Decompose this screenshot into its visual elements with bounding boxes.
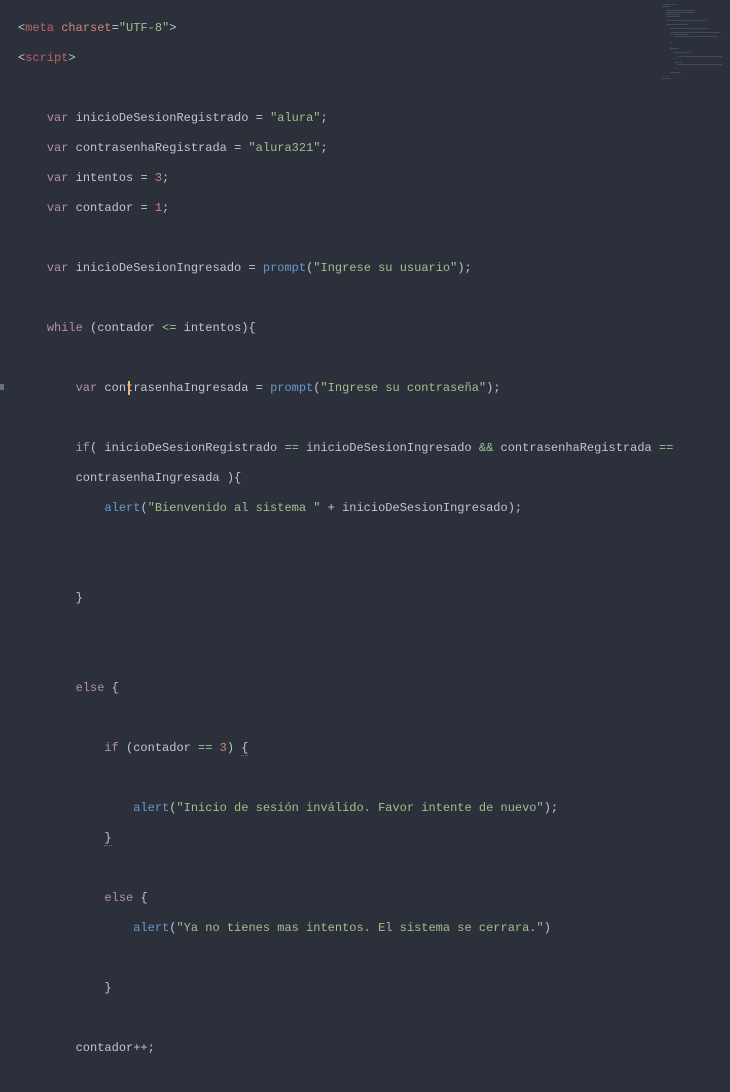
code-line <box>18 531 730 546</box>
code-line: } <box>18 591 730 606</box>
text-cursor <box>128 381 130 395</box>
code-line: while (contador <= intentos){ <box>18 321 730 336</box>
code-line: alert("Inicio de sesión inválido. Favor … <box>18 801 730 816</box>
code-line <box>18 291 730 306</box>
code-line <box>18 711 730 726</box>
code-line: <meta charset="UTF-8"> <box>18 21 730 36</box>
code-line: if (contador == 3) { <box>18 741 730 756</box>
code-line: contrasenhaIngresada ){ <box>18 471 730 486</box>
code-line <box>18 411 730 426</box>
code-line: alert("Bienvenido al sistema " + inicioD… <box>18 501 730 516</box>
code-line: contador++; <box>18 1041 730 1056</box>
code-line: var inicioDeSesionIngresado = prompt("In… <box>18 261 730 276</box>
code-line <box>18 651 730 666</box>
code-line <box>18 621 730 636</box>
code-line <box>18 81 730 96</box>
code-line: else { <box>18 681 730 696</box>
code-line <box>18 231 730 246</box>
minimap[interactable] <box>662 4 726 114</box>
code-line: <script> <box>18 51 730 66</box>
code-editor[interactable]: <meta charset="UTF-8"> <script> var inic… <box>0 0 730 1092</box>
code-line: var contrasenhaIngresada = prompt("Ingre… <box>18 381 730 396</box>
editor-gutter <box>0 0 10 546</box>
indent-marker <box>0 384 4 390</box>
code-line <box>18 771 730 786</box>
code-line <box>18 561 730 576</box>
code-line: var inicioDeSesionRegistrado = "alura"; <box>18 111 730 126</box>
code-line: alert("Ya no tienes mas intentos. El sis… <box>18 921 730 936</box>
code-line <box>18 351 730 366</box>
code-line: var intentos = 3; <box>18 171 730 186</box>
code-line <box>18 951 730 966</box>
code-line: if( inicioDeSesionRegistrado == inicioDe… <box>18 441 730 456</box>
code-line: else { <box>18 891 730 906</box>
code-line: var contador = 1; <box>18 201 730 216</box>
code-line <box>18 1011 730 1026</box>
code-line <box>18 861 730 876</box>
code-line: } <box>18 831 730 846</box>
code-line: } <box>18 981 730 996</box>
code-line: var contrasenhaRegistrada = "alura321"; <box>18 141 730 156</box>
code-line <box>18 1071 730 1086</box>
